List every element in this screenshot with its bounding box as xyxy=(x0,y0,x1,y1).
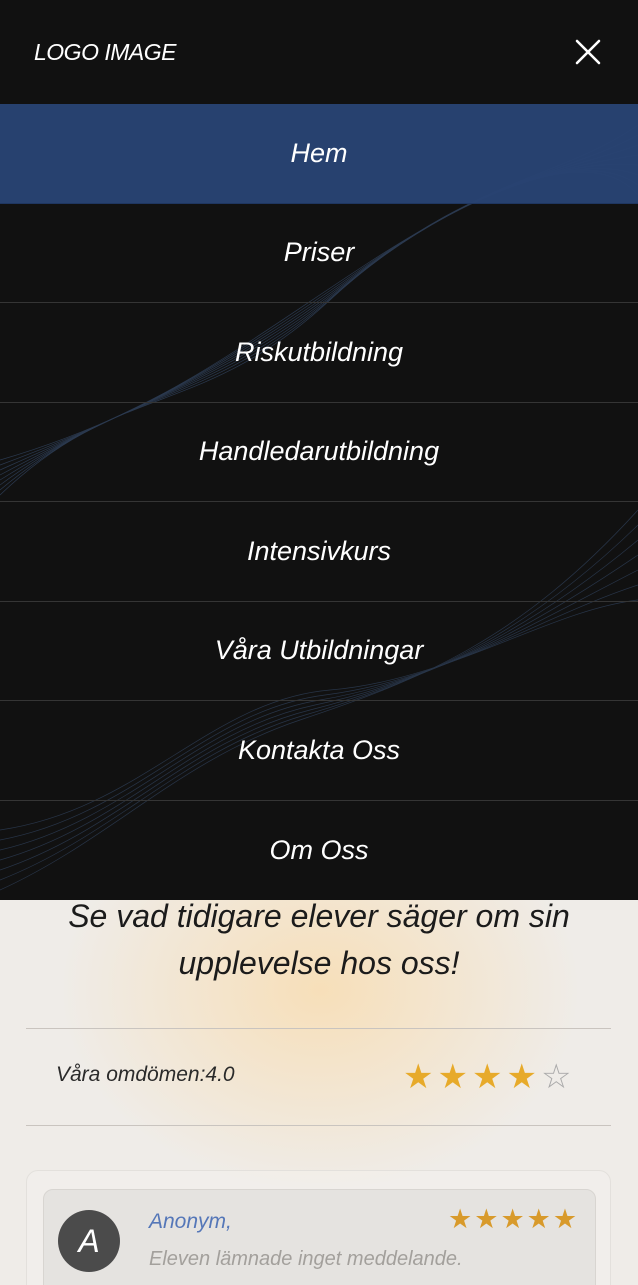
nav-item-priser[interactable]: Priser xyxy=(0,204,638,303)
star-empty-icon: ☆ xyxy=(540,1058,572,1096)
mobile-menu: LOGO IMAGE Hem Priser Riskutbildning Han… xyxy=(0,0,638,900)
reviews-container: A Anonym, Eleven lämnade inget meddeland… xyxy=(26,1170,611,1285)
logo[interactable]: LOGO IMAGE xyxy=(34,39,176,66)
main-nav: Hem Priser Riskutbildning Handledarutbil… xyxy=(0,104,638,900)
nav-item-kontakta-oss[interactable]: Kontakta Oss xyxy=(0,701,638,801)
testimonials-heading: Se vad tidigare elever säger om sin uppl… xyxy=(68,898,570,981)
nav-item-riskutbildning[interactable]: Riskutbildning xyxy=(0,303,638,403)
star-filled-icon: ★ xyxy=(552,1204,578,1234)
menu-header: LOGO IMAGE xyxy=(0,0,638,104)
nav-item-intensivkurs[interactable]: Intensivkurs xyxy=(0,502,638,602)
review-card: A Anonym, Eleven lämnade inget meddeland… xyxy=(43,1189,596,1285)
star-filled-icon: ★ xyxy=(526,1204,551,1234)
star-filled-icon: ★ xyxy=(474,1204,499,1234)
nav-item-vara-utbildningar[interactable]: Våra Utbildningar xyxy=(0,602,638,701)
close-button[interactable] xyxy=(570,34,606,70)
review-text: Eleven lämnade inget meddelande. xyxy=(149,1248,463,1270)
close-icon xyxy=(575,39,601,65)
reviewer-name: Anonym, xyxy=(149,1210,232,1233)
rating-stars: ★ ★ ★ ★ ☆ xyxy=(403,1059,571,1095)
avatar: A xyxy=(58,1210,120,1272)
star-filled-icon: ★ xyxy=(448,1204,473,1234)
star-filled-icon: ★ xyxy=(437,1058,468,1096)
nav-item-om-oss[interactable]: Om Oss xyxy=(0,801,638,901)
star-filled-icon: ★ xyxy=(500,1204,525,1234)
star-filled-icon: ★ xyxy=(471,1058,503,1096)
divider xyxy=(26,1125,611,1126)
star-filled-icon: ★ xyxy=(403,1058,434,1096)
nav-item-handledarutbildning[interactable]: Handledarutbildning xyxy=(0,403,638,502)
rating-summary: Våra omdömen:4.0 ★ ★ ★ ★ ☆ xyxy=(26,1029,611,1125)
review-stars: ★ ★ ★ ★ ★ xyxy=(448,1204,577,1234)
rating-label: Våra omdömen:4.0 xyxy=(56,1063,235,1086)
star-filled-icon: ★ xyxy=(506,1058,537,1096)
nav-item-hem[interactable]: Hem xyxy=(0,104,638,204)
